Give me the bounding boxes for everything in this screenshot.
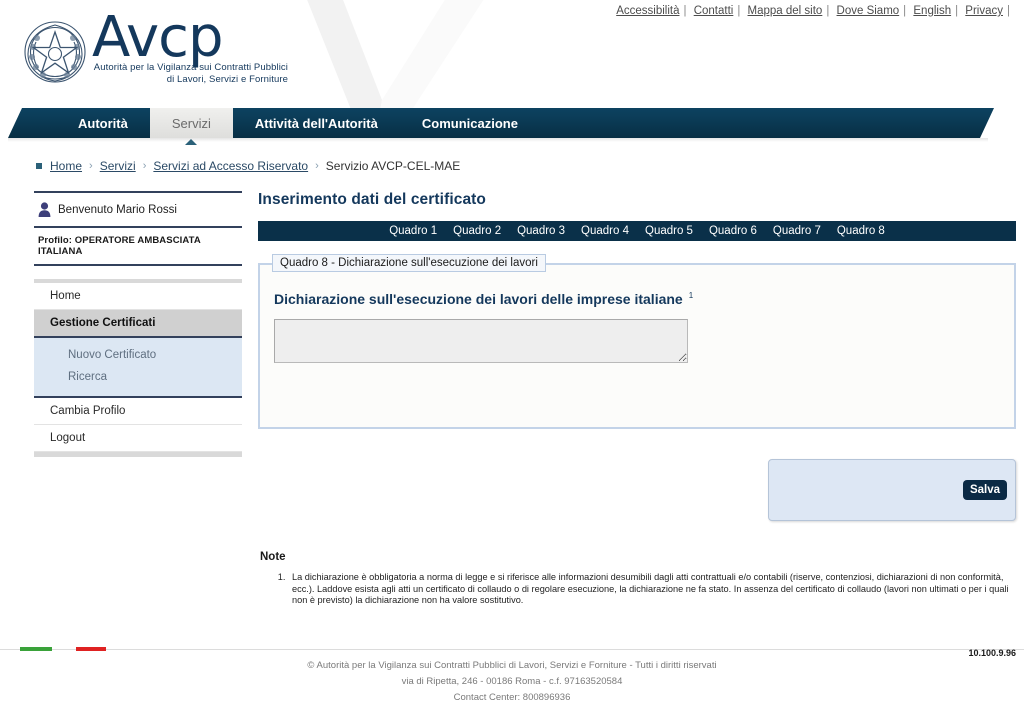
- sidebar-item-label: Gestione Certificati: [50, 317, 156, 329]
- tab-quadro-6[interactable]: Quadro 6: [709, 225, 757, 237]
- link-separator: |: [955, 5, 959, 17]
- sidebar-subitem-nuovo-certificato[interactable]: Nuovo Certificato: [34, 344, 242, 366]
- utility-link-mappa-del-sito[interactable]: Mappa del sito: [748, 5, 823, 17]
- logo-subtitle-line1: Autorità per la Vigilanza sui Contratti …: [93, 62, 288, 73]
- declaration-title-text: Dichiarazione sull'esecuzione dei lavori…: [274, 291, 683, 307]
- sidebar-item-label: Home: [50, 290, 81, 302]
- site-header: Avcp Autorità per la Vigilanza sui Contr…: [0, 0, 1024, 108]
- footer-line-2: via di Ripetta, 246 - 00186 Roma - c.f. …: [401, 676, 623, 687]
- note-item: La dichiarazione è obbligatoria a norma …: [288, 572, 1016, 607]
- main-content: Inserimento dati del certificato Quadro …: [258, 191, 1016, 607]
- flag-divider: 10.100.9.96: [0, 640, 1024, 658]
- quadro-8-panel: Quadro 8 - Dichiarazione sull'esecuzione…: [258, 254, 1016, 429]
- quadro-tab-bar: Quadro 1 Quadro 2 Quadro 3 Quadro 4 Quad…: [258, 221, 1016, 241]
- user-icon: [38, 202, 51, 217]
- nav-item-attivita-dellautorita[interactable]: Attività dell'Autorità: [233, 108, 400, 138]
- user-profile-label: Profilo: OPERATORE AMBASCIATA ITALIANA: [34, 228, 242, 266]
- link-separator: |: [737, 5, 741, 17]
- sidebar-bottom-rule: [34, 452, 242, 457]
- tab-quadro-5[interactable]: Quadro 5: [645, 225, 693, 237]
- italian-republic-emblem-icon: [24, 21, 86, 83]
- link-separator: |: [683, 5, 687, 17]
- link-separator: |: [1007, 5, 1010, 17]
- declaration-textarea[interactable]: [274, 319, 688, 363]
- page-body: Benvenuto Mario Rossi Profilo: OPERATORE…: [0, 173, 1024, 607]
- active-tab-arrow-icon: [185, 139, 198, 145]
- sidebar-menu: Home Gestione Certificati Nuovo Certific…: [34, 279, 242, 457]
- utility-links: Accessibilità | Contatti | Mappa del sito |…: [614, 5, 1012, 17]
- notes-section: Note La dichiarazione è obbligatoria a n…: [260, 551, 1016, 607]
- breadcrumb-item-servizi-ad-accesso-riservato[interactable]: Servizi ad Accesso Riservato: [153, 159, 308, 173]
- breadcrumb-separator: ›: [315, 160, 319, 172]
- utility-link-accessibilita[interactable]: Accessibilità: [616, 5, 679, 17]
- sidebar-item-label: Logout: [50, 432, 86, 444]
- nav-item-comunicazione[interactable]: Comunicazione: [400, 108, 540, 138]
- tab-quadro-4[interactable]: Quadro 4: [581, 225, 629, 237]
- user-welcome-label: Benvenuto Mario Rossi: [58, 203, 177, 216]
- notes-title: Note: [260, 551, 286, 563]
- panel-legend: Quadro 8 - Dichiarazione sull'esecuzione…: [272, 254, 546, 272]
- nav-item-label: Attività dell'Autorità: [254, 115, 378, 131]
- footnote-reference: 1: [688, 291, 694, 301]
- server-ip-address: 10.100.9.96: [968, 648, 1016, 658]
- sidebar-item-gestione-certificati[interactable]: Gestione Certificati: [34, 310, 242, 338]
- site-footer: 10.100.9.96 © Autorità per la Vigilanza …: [0, 640, 1024, 712]
- footer-line-3: Contact Center: 800896936: [453, 692, 571, 703]
- sidebar-item-home[interactable]: Home: [34, 283, 242, 310]
- sidebar-subitem-label: Nuovo Certificato: [68, 349, 157, 361]
- footer-text: © Autorità per la Vigilanza sui Contratt…: [0, 650, 1024, 712]
- page-title: Inserimento dati del certificato: [258, 191, 487, 208]
- breadcrumb-item-home[interactable]: Home: [50, 159, 82, 173]
- notes-list: La dichiarazione è obbligatoria a norma …: [260, 572, 1016, 607]
- main-navigation: Autorità Servizi Attività dell'Autorità …: [0, 108, 1024, 145]
- declaration-title: Dichiarazione sull'esecuzione dei lavori…: [274, 291, 1000, 307]
- sidebar-subitem-label: Ricerca: [68, 371, 107, 383]
- logo-subtitle-line2: di Lavori, Servizi e Forniture: [166, 74, 288, 85]
- checkmark-watermark: [286, 0, 486, 108]
- nav-item-servizi[interactable]: Servizi: [149, 108, 233, 145]
- nav-item-label: Autorità: [78, 115, 128, 131]
- sidebar-submenu: Nuovo Certificato Ricerca: [34, 338, 242, 398]
- tab-quadro-1[interactable]: Quadro 1: [389, 225, 437, 237]
- sidebar-item-logout[interactable]: Logout: [34, 425, 242, 452]
- nav-item-label: Comunicazione: [421, 115, 518, 131]
- flag-green-bar-icon: [20, 647, 52, 651]
- user-welcome-block: Benvenuto Mario Rossi: [34, 191, 242, 228]
- breadcrumb-separator: ›: [142, 160, 147, 172]
- sidebar-subitem-ricerca[interactable]: Ricerca: [34, 366, 242, 388]
- tab-quadro-2[interactable]: Quadro 2: [453, 225, 501, 237]
- tab-quadro-7[interactable]: Quadro 7: [773, 225, 821, 237]
- navbar-shadow: [8, 138, 988, 142]
- utility-link-english[interactable]: English: [913, 5, 951, 17]
- breadcrumb-item-servizi[interactable]: Servizi: [100, 159, 136, 173]
- logo-wordmark: Avcp: [92, 5, 224, 70]
- nav-item-label: Servizi: [171, 115, 211, 131]
- utility-link-contatti[interactable]: Contatti: [694, 5, 734, 17]
- tab-quadro-8[interactable]: Quadro 8: [837, 225, 885, 237]
- flag-red-bar-icon: [76, 647, 106, 651]
- site-logo[interactable]: Avcp Autorità per la Vigilanza sui Contr…: [22, 10, 288, 88]
- breadcrumb-item-current: Servizio AVCP-CEL-MAE: [325, 159, 461, 173]
- sidebar: Benvenuto Mario Rossi Profilo: OPERATORE…: [34, 191, 242, 457]
- sidebar-item-label: Cambia Profilo: [50, 405, 126, 417]
- utility-link-dove-siamo[interactable]: Dove Siamo: [837, 5, 900, 17]
- footer-line-1: © Autorità per la Vigilanza sui Contratt…: [307, 660, 717, 671]
- nav-item-autorita[interactable]: Autorità: [56, 108, 150, 138]
- sidebar-item-cambia-profilo[interactable]: Cambia Profilo: [34, 398, 242, 425]
- save-button[interactable]: Salva: [962, 480, 1007, 500]
- link-separator: |: [903, 5, 907, 17]
- save-panel: Salva: [768, 459, 1016, 521]
- logo-subtitle: Autorità per la Vigilanza sui Contratti …: [92, 62, 288, 86]
- tab-quadro-3[interactable]: Quadro 3: [517, 225, 565, 237]
- breadcrumb: Home › Servizi › Servizi ad Accesso Rise…: [36, 159, 1024, 173]
- breadcrumb-separator: ›: [89, 160, 93, 172]
- link-separator: |: [826, 5, 830, 17]
- breadcrumb-bullet-icon: [36, 163, 42, 169]
- utility-link-privacy[interactable]: Privacy: [965, 5, 1003, 17]
